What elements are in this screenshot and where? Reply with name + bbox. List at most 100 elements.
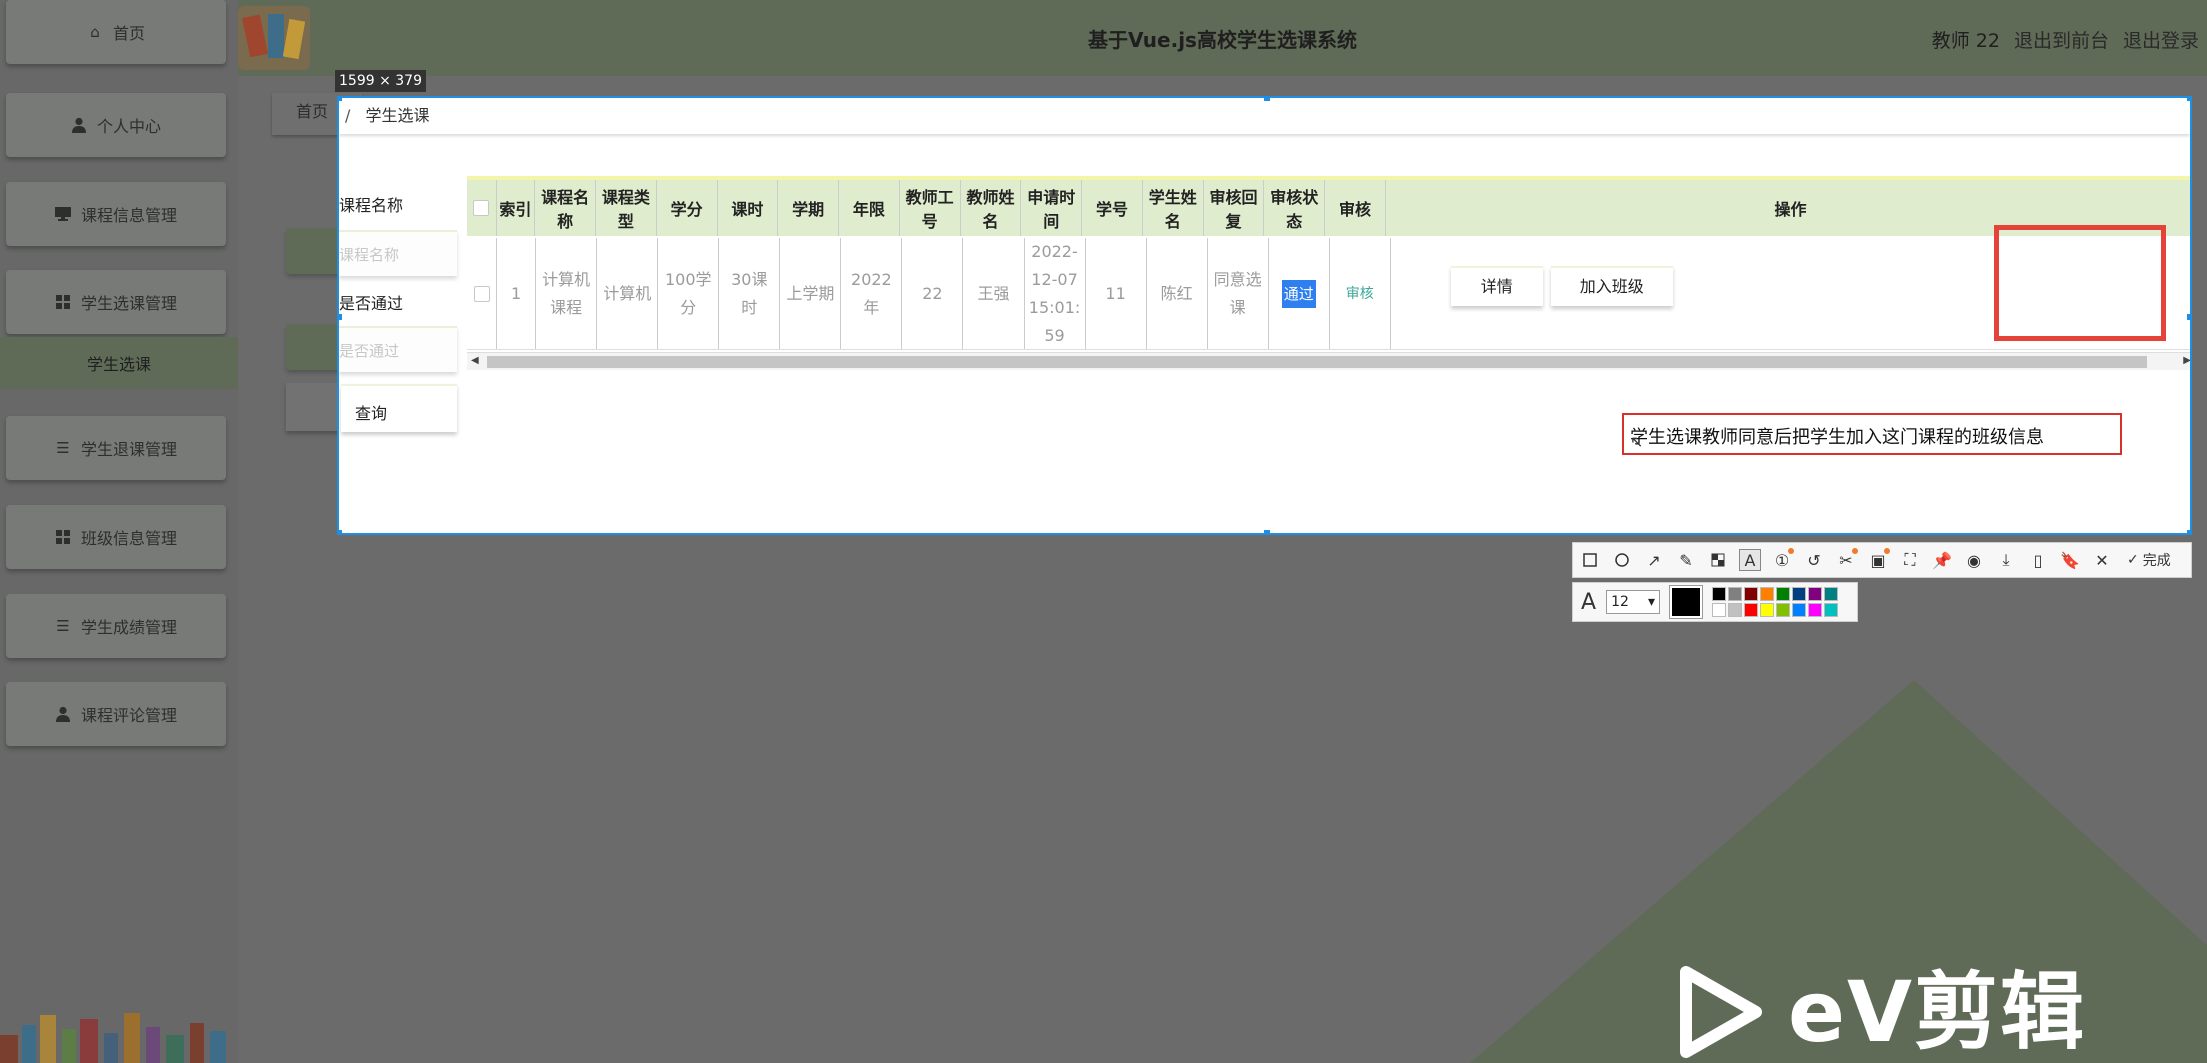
- scroll-thumb[interactable]: [487, 356, 2147, 368]
- annotation-textbox[interactable]: 学生选课教师同意后把学生加入这门课程的班级信息: [1622, 413, 2122, 455]
- number-tool-icon[interactable]: ①: [1771, 548, 1794, 571]
- phone-icon[interactable]: ▯: [2027, 549, 2049, 571]
- cursor-icon: ↖: [1630, 432, 1644, 451]
- site-title: 基于Vue.js高校学生选课系统: [1088, 27, 1357, 52]
- header-index: 索引: [497, 180, 536, 236]
- resize-handle[interactable]: [1264, 530, 1270, 533]
- mosaic-tool-icon[interactable]: [1707, 549, 1729, 571]
- pin-icon[interactable]: 📌: [1931, 549, 1953, 571]
- scroll-left-icon[interactable]: ◀: [471, 355, 479, 366]
- screenshot-toolbar: ↗ ✎ A ① ↺ ✂ ▣ ⛶ 📌 ◉ ⤓ ▯ 🔖 ✕ ✓ 完成: [1572, 542, 2192, 578]
- sidebar-item-personal[interactable]: 个人中心: [6, 93, 226, 157]
- header-checkbox-cell: [467, 180, 497, 236]
- ocr-icon[interactable]: ▣: [1867, 548, 1890, 571]
- color-swatch[interactable]: [1808, 603, 1823, 617]
- font-size-select[interactable]: 12 ▾: [1606, 590, 1661, 614]
- resize-handle[interactable]: [339, 314, 342, 320]
- download-icon[interactable]: ⤓: [1995, 549, 2017, 571]
- record-icon[interactable]: ◉: [1963, 549, 1985, 571]
- sidebar-item-grades[interactable]: ☰ 学生成绩管理: [6, 594, 226, 658]
- cell-credit: 100学分: [658, 238, 720, 349]
- color-swatch[interactable]: [1776, 603, 1791, 617]
- cell-student-name: 陈红: [1147, 238, 1208, 349]
- cell-hours: 30课时: [719, 238, 781, 349]
- highlight-rectangle[interactable]: [1994, 225, 2166, 341]
- color-swatch[interactable]: [1808, 587, 1823, 601]
- breadcrumb-home-dim[interactable]: 首页: [296, 98, 328, 122]
- header-student-id: 学号: [1082, 180, 1143, 236]
- sidebar-item-label: 课程评论管理: [80, 706, 177, 725]
- current-color-swatch[interactable]: [1669, 585, 1704, 619]
- cell-apply-time: 2022-12-07 15:01:59: [1025, 238, 1086, 349]
- query-button[interactable]: 查询: [341, 384, 457, 432]
- sidebar-subitem-label: 学生选课: [86, 355, 151, 374]
- finish-button[interactable]: ✓ 完成: [2127, 550, 2171, 570]
- color-swatch[interactable]: [1712, 603, 1727, 617]
- passed-label: 是否通过: [339, 294, 404, 313]
- color-swatch[interactable]: [1760, 603, 1775, 617]
- sidebar-item-label: 学生选课管理: [80, 294, 177, 313]
- horizontal-scrollbar[interactable]: ◀ ▶: [467, 352, 2190, 370]
- resize-handle[interactable]: [1264, 98, 1270, 101]
- bookmark-icon[interactable]: 🔖: [2059, 549, 2081, 571]
- sidebar-subitem-course-select[interactable]: 学生选课: [0, 337, 238, 389]
- passed-select[interactable]: 是否通过: [339, 326, 457, 372]
- pen-tool-icon[interactable]: ✎: [1675, 549, 1697, 571]
- cell-course-type: 计算机: [597, 238, 659, 349]
- resize-handle[interactable]: [339, 98, 342, 101]
- sidebar-decoration-art: [0, 1005, 232, 1063]
- row-checkbox[interactable]: [473, 285, 490, 302]
- detail-button[interactable]: 详情: [1450, 266, 1543, 306]
- cell-audit: 审核: [1330, 238, 1391, 349]
- color-swatch[interactable]: [1728, 587, 1743, 601]
- rectangle-tool-icon[interactable]: [1579, 549, 1601, 571]
- site-logo: [238, 6, 310, 70]
- home-icon: ⌂: [90, 23, 100, 41]
- color-swatch[interactable]: [1712, 587, 1727, 601]
- sidebar-item-comments[interactable]: 课程评论管理: [6, 682, 226, 746]
- resize-handle[interactable]: [2187, 314, 2190, 320]
- screenshot-capture-region[interactable]: / 学生选课 课程名称 课程名称 是否通过 是否通过 查询 索引 课程名称 课程…: [337, 96, 2192, 535]
- resize-handle[interactable]: [2187, 98, 2190, 101]
- color-swatch[interactable]: [1744, 603, 1759, 617]
- cell-year: 2022年: [841, 238, 903, 349]
- undo-icon[interactable]: ↺: [1803, 549, 1825, 571]
- cut-icon[interactable]: ✂: [1835, 548, 1858, 571]
- select-all-checkbox[interactable]: [473, 200, 490, 216]
- sidebar-item-class-info[interactable]: 班级信息管理: [6, 505, 226, 569]
- color-swatch[interactable]: [1792, 587, 1807, 601]
- close-icon[interactable]: ✕: [2091, 549, 2113, 571]
- header-term: 学期: [778, 180, 840, 236]
- text-tool-icon[interactable]: A: [1739, 549, 1761, 571]
- join-class-button[interactable]: 加入班级: [1550, 266, 1673, 306]
- resize-handle[interactable]: [339, 530, 342, 533]
- grid-icon: [55, 529, 71, 545]
- logout-link[interactable]: 退出登录: [2123, 26, 2199, 53]
- color-swatch[interactable]: [1744, 587, 1759, 601]
- sidebar-item-course-drop[interactable]: ☰ 学生退课管理: [6, 416, 226, 480]
- course-selection-table: 索引 课程名称 课程类型 学分 课时 学期 年限 教师工号 教师姓名 申请时间 …: [467, 176, 2190, 370]
- course-name-input[interactable]: 课程名称: [339, 230, 457, 276]
- font-size-value: 12: [1611, 594, 1629, 610]
- color-swatch[interactable]: [1728, 603, 1743, 617]
- scan-icon[interactable]: ⛶: [1899, 549, 1921, 571]
- scroll-right-icon[interactable]: ▶: [2183, 355, 2190, 366]
- sidebar-item-course-info[interactable]: 课程信息管理: [6, 182, 226, 246]
- color-swatch[interactable]: [1824, 603, 1839, 617]
- sidebar-item-course-select[interactable]: 学生选课管理: [6, 270, 226, 334]
- audit-link[interactable]: 审核: [1346, 280, 1374, 308]
- sidebar-item-label: 学生成绩管理: [80, 618, 177, 637]
- cell-course-name: 计算机课程: [536, 238, 598, 349]
- sidebar-item-home[interactable]: ⌂ 首页: [6, 0, 226, 64]
- arrow-tool-icon[interactable]: ↗: [1643, 549, 1665, 571]
- user-area: 教师 22 退出到前台 退出登录: [1932, 26, 2199, 53]
- color-swatch[interactable]: [1776, 587, 1791, 601]
- finish-label: 完成: [2142, 553, 2171, 569]
- user-icon: [71, 117, 87, 133]
- color-swatch[interactable]: [1792, 603, 1807, 617]
- back-to-front-link[interactable]: 退出到前台: [2014, 26, 2109, 53]
- color-swatch[interactable]: [1760, 587, 1775, 601]
- color-swatch[interactable]: [1824, 587, 1839, 601]
- resize-handle[interactable]: [2187, 530, 2190, 533]
- ellipse-tool-icon[interactable]: [1611, 549, 1633, 571]
